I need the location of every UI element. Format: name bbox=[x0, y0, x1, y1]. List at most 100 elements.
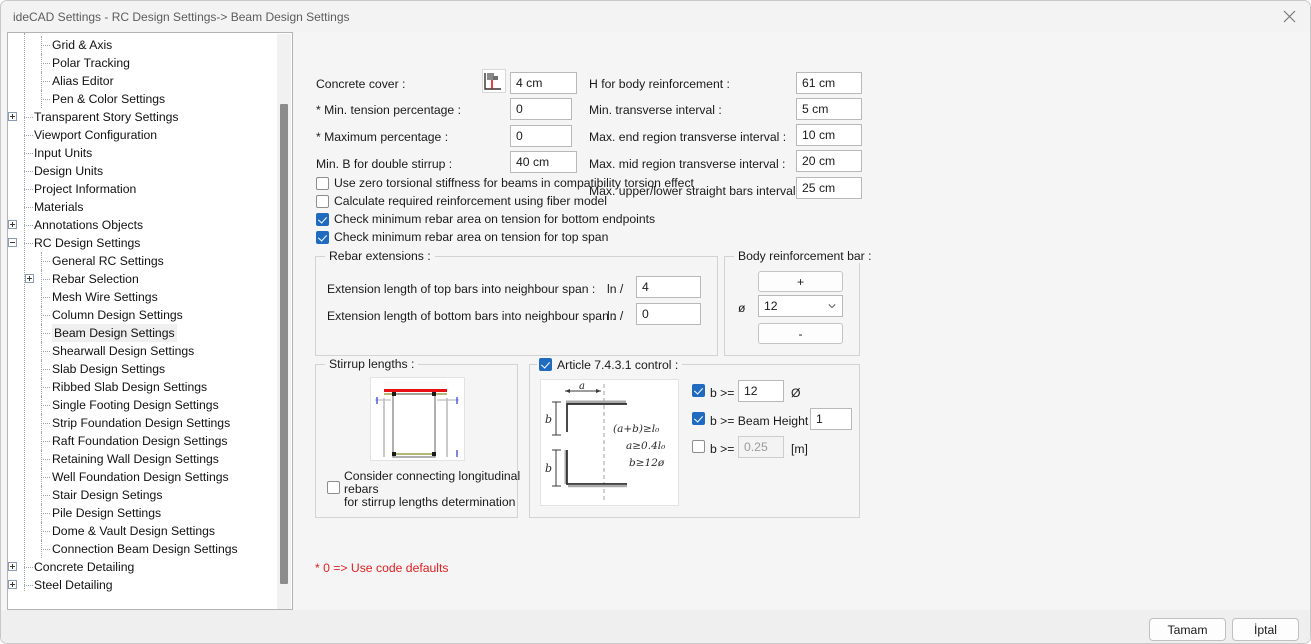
hook-detail-diagram: a b b (a+b)≥l₀ a≥0.4l₀ b≥12ø bbox=[540, 379, 679, 506]
max-mid-transverse-interval-input[interactable]: 20 cm bbox=[796, 150, 862, 172]
beam-section-diagram bbox=[370, 377, 465, 461]
sidebar-item-label: Column Design Settings bbox=[52, 308, 183, 322]
tree-guide-dash bbox=[41, 495, 50, 496]
settings-tree-panel[interactable]: Grid & Axis Polar Tracking Alias Editor Pen… bbox=[7, 32, 293, 610]
sidebar-item-concrete-detailing[interactable]: Concrete Detailing bbox=[8, 558, 278, 576]
sidebar-item-beam-design-settings[interactable]: Beam Design Settings bbox=[8, 324, 278, 342]
sidebar-item-pen-color-settings[interactable]: Pen & Color Settings bbox=[8, 90, 278, 108]
sidebar-item-single-footing-design-settings[interactable]: Single Footing Design Settings bbox=[8, 396, 278, 414]
sidebar-item-label: Retaining Wall Design Settings bbox=[52, 452, 219, 466]
tree-expand-icon[interactable] bbox=[8, 580, 17, 589]
ok-button[interactable]: Tamam bbox=[1149, 618, 1226, 641]
body-bar-increase-button[interactable]: + bbox=[758, 271, 843, 292]
svg-text:b: b bbox=[545, 413, 552, 426]
max-straight-bars-interval-input[interactable]: 25 cm bbox=[796, 177, 862, 199]
sidebar-scrollbar-track[interactable] bbox=[277, 34, 291, 609]
rebar-extensions-group: Rebar extensions : Extension length of t… bbox=[315, 249, 718, 356]
sidebar-item-ribbed-slab-design-settings[interactable]: Ribbed Slab Design Settings bbox=[8, 378, 278, 396]
tree-guide-dash bbox=[41, 297, 50, 298]
option-checkbox-3[interactable] bbox=[316, 230, 329, 244]
cancel-button[interactable]: İptal bbox=[1232, 618, 1299, 641]
article-row2-checkbox[interactable] bbox=[692, 440, 705, 453]
maximum-percentage-input[interactable]: 0 bbox=[510, 125, 572, 147]
sidebar-item-raft-foundation-design-settings[interactable]: Raft Foundation Design Settings bbox=[8, 432, 278, 450]
sidebar-item-label: Pile Design Settings bbox=[52, 506, 162, 520]
tree-guide-dash bbox=[24, 153, 33, 154]
min-transverse-interval-input[interactable]: 5 cm bbox=[796, 98, 862, 120]
sidebar-item-design-units[interactable]: Design Units bbox=[8, 162, 278, 180]
tree-guide-dash bbox=[24, 135, 33, 136]
bottom-bars-extension-label: Extension length of bottom bars into nei… bbox=[327, 309, 616, 323]
min-tension-percentage-input[interactable]: 0 bbox=[510, 98, 572, 120]
sidebar-item-label: Transparent Story Settings bbox=[34, 110, 179, 124]
article-row1-checkbox[interactable] bbox=[692, 412, 705, 425]
sidebar-item-mesh-wire-settings[interactable]: Mesh Wire Settings bbox=[8, 288, 278, 306]
sidebar-item-polar-tracking[interactable]: Polar Tracking bbox=[8, 54, 278, 72]
sidebar-item-transparent-story-settings[interactable]: Transparent Story Settings bbox=[8, 108, 278, 126]
sidebar-item-well-foundation-design-settings[interactable]: Well Foundation Design Settings bbox=[8, 468, 278, 486]
option-checkbox-2[interactable] bbox=[316, 212, 329, 226]
tree-guide-dash bbox=[41, 387, 50, 388]
article-control-group: Article 7.4.3.1 control : a b b (a+b)≥l₀… bbox=[529, 357, 860, 518]
option-checkbox-1[interactable] bbox=[316, 194, 329, 208]
h-body-reinforcement-input[interactable]: 61 cm bbox=[796, 72, 862, 94]
body-bar-diameter-select[interactable]: 12 bbox=[758, 295, 843, 317]
sidebar-item-connection-beam-design-settings[interactable]: Connection Beam Design Settings bbox=[8, 540, 278, 558]
svg-text:(a+b)≥l₀: (a+b)≥l₀ bbox=[613, 423, 660, 435]
sidebar-scrollbar-thumb[interactable] bbox=[280, 104, 288, 584]
sidebar-item-pile-design-settings[interactable]: Pile Design Settings bbox=[8, 504, 278, 522]
tree-collapse-icon[interactable] bbox=[8, 238, 17, 247]
sidebar-item-retaining-wall-design-settings[interactable]: Retaining Wall Design Settings bbox=[8, 450, 278, 468]
article-row2-input[interactable]: 0.25 bbox=[738, 436, 784, 458]
sidebar-item-column-design-settings[interactable]: Column Design Settings bbox=[8, 306, 278, 324]
svg-text:b≥12ø: b≥12ø bbox=[629, 457, 665, 469]
option-checkbox-row[interactable]: Calculate required reinforcement using f… bbox=[316, 194, 607, 208]
article-row0-checkbox[interactable] bbox=[692, 384, 705, 397]
body-bar-decrease-button[interactable]: - bbox=[758, 323, 843, 344]
body-reinforcement-bar-group: Body reinforcement bar : + ø 12 - bbox=[724, 249, 876, 356]
option-checkbox-row[interactable]: Check minimum rebar area on tension for … bbox=[316, 230, 608, 244]
tree-guide-dash bbox=[41, 531, 50, 532]
tree-guide-dash bbox=[41, 315, 50, 316]
sidebar-item-general-rc-settings[interactable]: General RC Settings bbox=[8, 252, 278, 270]
concrete-cover-icon[interactable] bbox=[482, 69, 506, 93]
sidebar-item-dome-vault-design-settings[interactable]: Dome & Vault Design Settings bbox=[8, 522, 278, 540]
option-checkbox-row[interactable]: Use zero torsional stiffness for beams i… bbox=[316, 176, 694, 190]
sidebar-item-label: Viewport Configuration bbox=[34, 128, 158, 142]
tree-expand-icon[interactable] bbox=[8, 562, 17, 571]
max-mid-transverse-interval-label: Max. mid region transverse interval : bbox=[589, 157, 786, 171]
option-checkbox-row[interactable]: Check minimum rebar area on tension for … bbox=[316, 212, 655, 226]
sidebar-item-grid-axis[interactable]: Grid & Axis bbox=[8, 36, 278, 54]
sidebar-item-input-units[interactable]: Input Units bbox=[8, 144, 278, 162]
stirrup-consider-longitudinal-checkbox[interactable] bbox=[327, 481, 340, 494]
top-bars-extension-input[interactable]: 4 bbox=[636, 276, 701, 298]
stirrup-checkbox-line1: Consider connecting longitudinal bbox=[344, 469, 521, 483]
sidebar-item-steel-detailing[interactable]: Steel Detailing bbox=[8, 576, 278, 594]
sidebar-item-strip-foundation-design-settings[interactable]: Strip Foundation Design Settings bbox=[8, 414, 278, 432]
bottom-bars-extension-input[interactable]: 0 bbox=[636, 303, 701, 325]
article-row0-input[interactable]: 12 bbox=[738, 380, 784, 402]
tree-expand-icon[interactable] bbox=[8, 112, 17, 121]
close-icon[interactable] bbox=[1267, 1, 1310, 32]
sidebar-item-rc-design-settings[interactable]: RC Design Settings bbox=[8, 234, 278, 252]
sidebar-item-materials[interactable]: Materials bbox=[8, 198, 278, 216]
code-defaults-footnote: * 0 => Use code defaults bbox=[315, 561, 449, 575]
article-row1-input[interactable]: 1 bbox=[810, 408, 852, 430]
tree-expand-icon[interactable] bbox=[25, 274, 34, 283]
sidebar-item-project-information[interactable]: Project Information bbox=[8, 180, 278, 198]
sidebar-item-slab-design-settings[interactable]: Slab Design Settings bbox=[8, 360, 278, 378]
tree-guide-dash bbox=[41, 549, 50, 550]
option-checkbox-0[interactable] bbox=[316, 176, 329, 190]
article-control-enable-checkbox[interactable] bbox=[539, 358, 552, 371]
concrete-cover-input[interactable]: 4 cm bbox=[510, 72, 577, 94]
sidebar-item-viewport-configuration[interactable]: Viewport Configuration bbox=[8, 126, 278, 144]
sidebar-item-rebar-selection[interactable]: Rebar Selection bbox=[8, 270, 278, 288]
tree-expand-icon[interactable] bbox=[8, 220, 17, 229]
max-end-transverse-interval-input[interactable]: 10 cm bbox=[796, 124, 862, 146]
min-b-double-stirrup-input[interactable]: 40 cm bbox=[510, 151, 577, 173]
sidebar-item-annotations-objects[interactable]: Annotations Objects bbox=[8, 216, 278, 234]
sidebar-item-alias-editor[interactable]: Alias Editor bbox=[8, 72, 278, 90]
sidebar-item-shearwall-design-settings[interactable]: Shearwall Design Settings bbox=[8, 342, 278, 360]
tree-guide-dash bbox=[41, 369, 50, 370]
sidebar-item-stair-design-setings[interactable]: Stair Design Setings bbox=[8, 486, 278, 504]
